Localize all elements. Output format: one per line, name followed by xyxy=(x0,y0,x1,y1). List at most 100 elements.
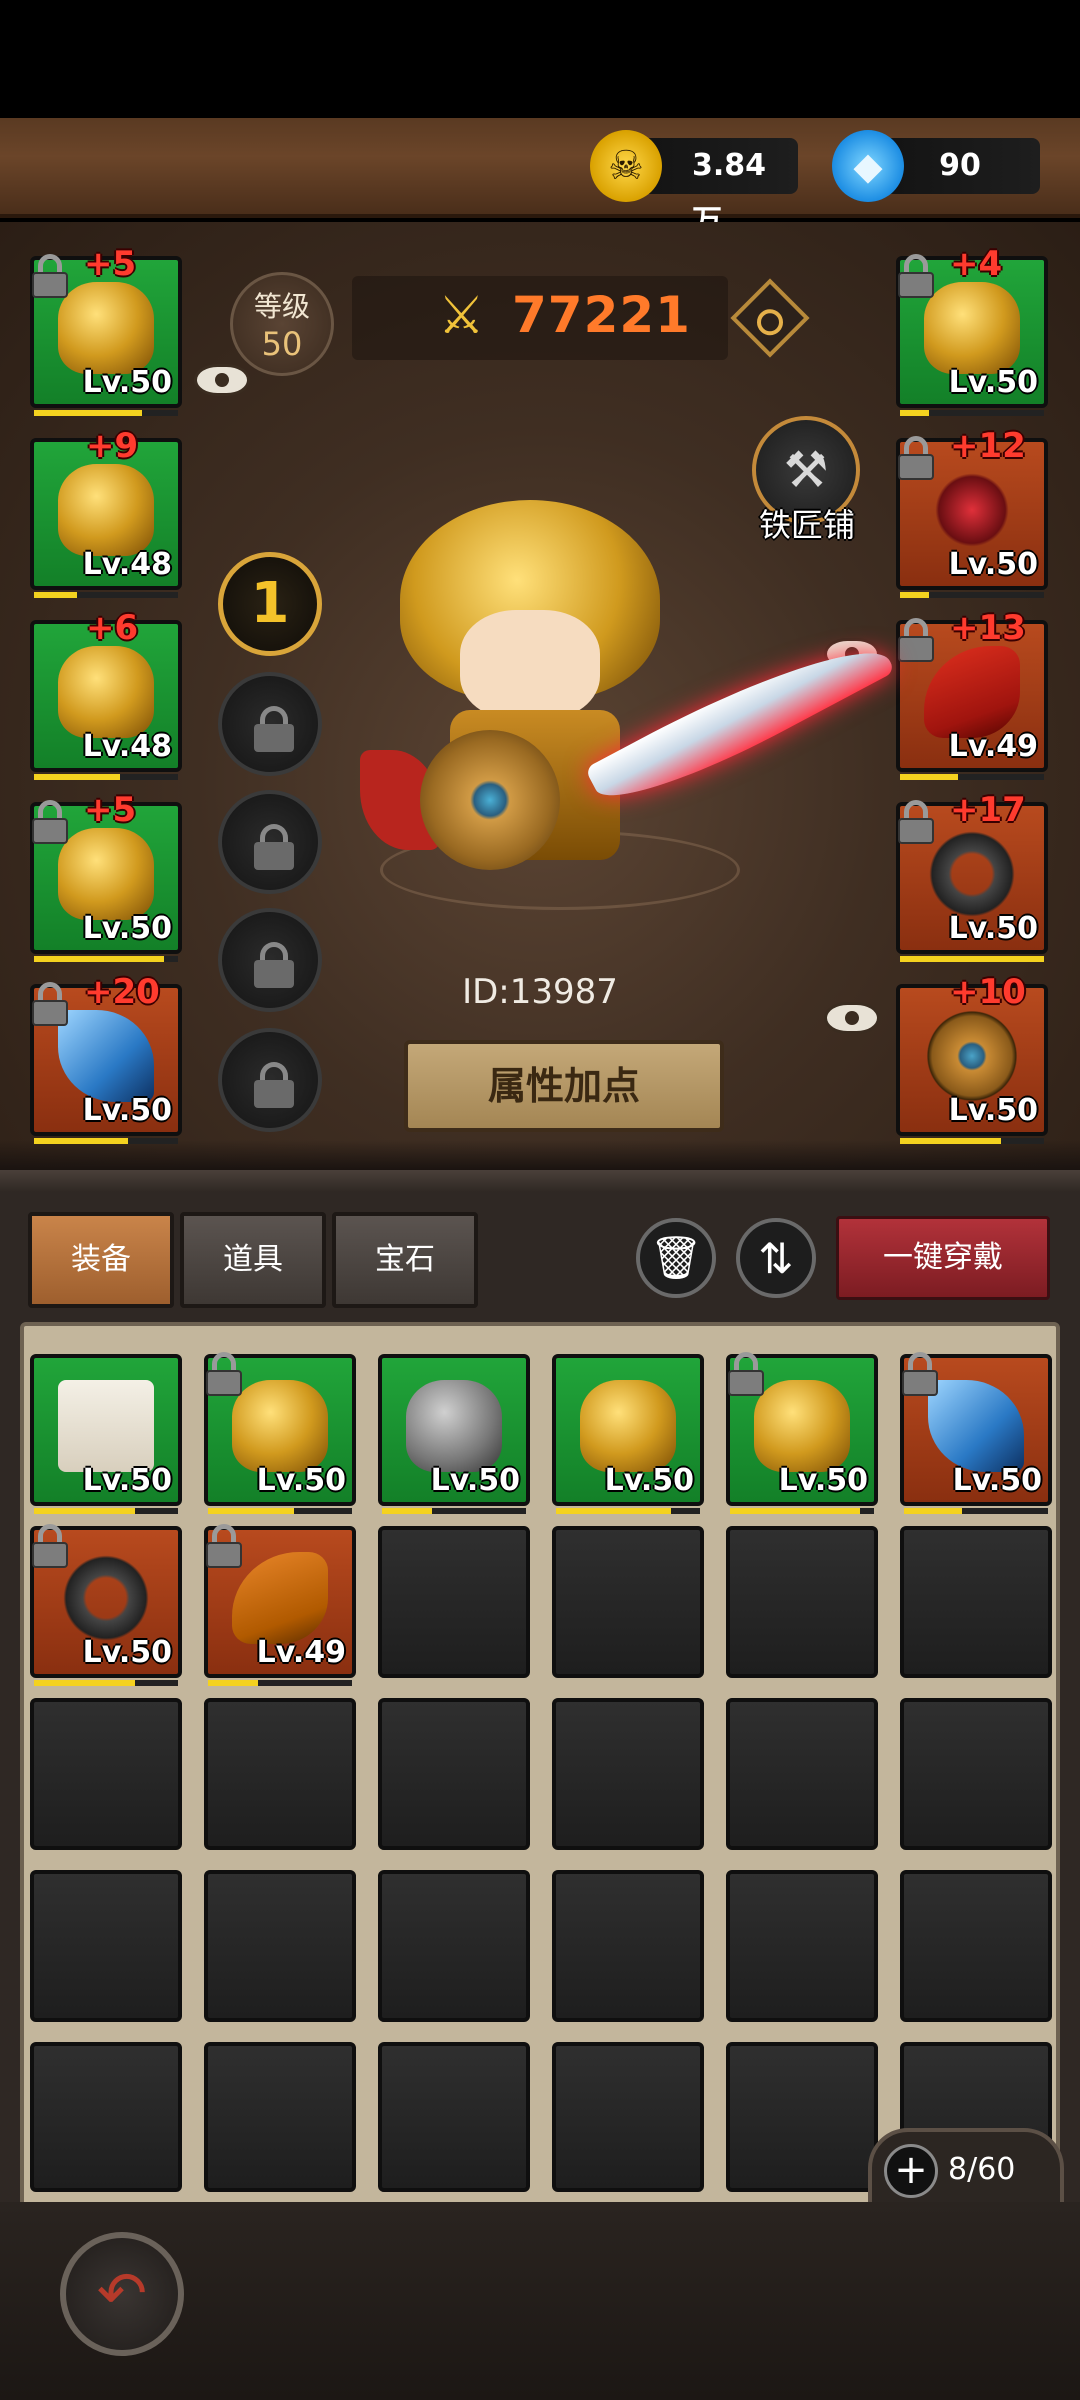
back-button[interactable]: ↶ xyxy=(60,2232,184,2356)
crossed-swords-icon: ⚔ xyxy=(438,286,485,346)
equip-all-button[interactable]: 一键穿戴 xyxy=(836,1216,1050,1300)
progress-bar xyxy=(208,1680,352,1686)
inventory-empty-slot[interactable] xyxy=(378,1870,530,2022)
item-level: Lv.50 xyxy=(82,1093,172,1128)
enhance-level: +6 xyxy=(86,608,139,648)
inventory-empty-slot[interactable] xyxy=(552,1526,704,1678)
sword-icon xyxy=(928,1380,1024,1472)
skill-slot-locked[interactable] xyxy=(218,672,322,776)
equip-slot-helmet[interactable]: +5 Lv.50 xyxy=(30,244,182,416)
eye-icon[interactable] xyxy=(194,364,250,396)
combat-power-value: 77221 xyxy=(512,286,691,344)
helmet-icon xyxy=(406,1380,502,1472)
inventory-empty-slot[interactable] xyxy=(900,1698,1052,1850)
item-level: Lv.48 xyxy=(82,547,172,582)
inventory-empty-slot[interactable] xyxy=(378,1698,530,1850)
equip-slot-boots[interactable]: +5 Lv.50 xyxy=(30,790,182,962)
lock-icon xyxy=(726,1352,766,1396)
enhance-level: +5 xyxy=(84,244,137,284)
equip-slot-weapon[interactable]: +20 Lv.50 xyxy=(30,972,182,1144)
inventory-item[interactable]: Lv.50 xyxy=(552,1354,704,1514)
item-level: Lv.50 xyxy=(82,1463,172,1498)
combat-power: ⚔ 77221 xyxy=(352,276,728,360)
enhance-level: +13 xyxy=(950,608,1026,648)
inventory-empty-slot[interactable] xyxy=(30,1698,182,1850)
skill-slot-locked[interactable] xyxy=(218,908,322,1012)
inventory-item[interactable]: Lv.50 xyxy=(378,1354,530,1514)
inventory-empty-slot[interactable] xyxy=(378,1526,530,1678)
lock-icon xyxy=(30,1524,70,1568)
eye-icon[interactable] xyxy=(824,1002,880,1034)
sort-icon[interactable]: ⇅ xyxy=(736,1218,816,1298)
hero-id: ID:13987 xyxy=(462,972,618,1012)
inventory-empty-slot[interactable] xyxy=(204,1870,356,2022)
inventory-empty-slot[interactable] xyxy=(900,1526,1052,1678)
item-level: Lv.50 xyxy=(82,1635,172,1670)
item-level: Lv.50 xyxy=(82,365,172,400)
item-level: Lv.50 xyxy=(948,365,1038,400)
skill-slot-locked[interactable] xyxy=(218,1028,322,1132)
gold-currency[interactable]: ☠ 3.84万 xyxy=(590,130,798,239)
tab-items[interactable]: 道具 xyxy=(180,1212,326,1308)
item-level: Lv.50 xyxy=(952,1463,1042,1498)
hero-character xyxy=(340,500,920,920)
inventory-empty-slot[interactable] xyxy=(552,1698,704,1850)
lock-icon xyxy=(30,254,70,298)
lock-icon xyxy=(204,1352,244,1396)
inventory-empty-slot[interactable] xyxy=(726,1526,878,1678)
inventory-item[interactable]: Lv.50 xyxy=(30,1524,182,1686)
status-bar xyxy=(0,0,1080,118)
progress-bar xyxy=(34,592,178,598)
tab-gems[interactable]: 宝石 xyxy=(332,1212,478,1308)
item-level: Lv.50 xyxy=(604,1463,694,1498)
ring-icon xyxy=(58,1552,154,1644)
inventory-empty-slot[interactable] xyxy=(552,1870,704,2022)
sword-icon xyxy=(58,1010,154,1102)
skill-slot-1[interactable]: 1 xyxy=(218,552,322,656)
progress-bar xyxy=(904,1508,1048,1514)
lock-icon xyxy=(252,1062,296,1108)
equip-slot-armor[interactable]: +9 Lv.48 xyxy=(30,426,182,598)
inventory-empty-slot[interactable] xyxy=(726,1698,878,1850)
inventory-empty-slot[interactable] xyxy=(30,2042,182,2192)
trash-icon[interactable]: 🗑 xyxy=(636,1218,716,1298)
enhance-level: +5 xyxy=(84,790,137,830)
equip-slot-gloves[interactable]: +4 Lv.50 xyxy=(896,244,1048,416)
tab-equipment[interactable]: 装备 xyxy=(28,1212,174,1308)
inventory-empty-slot[interactable] xyxy=(30,1870,182,2022)
gem-currency[interactable]: ◆ 90 xyxy=(832,130,1040,202)
inventory-item[interactable]: Lv.50 xyxy=(726,1352,878,1514)
inventory-capacity[interactable]: + 8/60 xyxy=(868,2128,1064,2208)
lock-icon xyxy=(252,706,296,752)
back-arrow-icon: ↶ xyxy=(96,2259,148,2329)
inventory-item[interactable]: Lv.50 xyxy=(900,1352,1052,1514)
item-level: Lv.48 xyxy=(82,729,172,764)
inventory-empty-slot[interactable] xyxy=(378,2042,530,2192)
enhance-level: +17 xyxy=(950,790,1026,830)
inventory-empty-slot[interactable] xyxy=(204,1698,356,1850)
lock-icon xyxy=(900,1352,940,1396)
inventory-empty-slot[interactable] xyxy=(726,1870,878,2022)
item-level: Lv.50 xyxy=(82,911,172,946)
inventory-item[interactable]: Lv.50 xyxy=(30,1354,182,1514)
enhance-level: +9 xyxy=(86,426,139,466)
enhance-level: +10 xyxy=(950,972,1026,1012)
pants-icon xyxy=(58,1380,154,1472)
equip-slot-shield[interactable]: +10 Lv.50 xyxy=(896,972,1048,1144)
item-level: Lv.50 xyxy=(948,911,1038,946)
inventory-empty-slot[interactable] xyxy=(204,2042,356,2192)
inventory-item[interactable]: Lv.49 xyxy=(204,1524,356,1686)
item-level: Lv.50 xyxy=(948,1093,1038,1128)
blue-gem-icon: ◆ xyxy=(832,130,904,202)
lock-icon xyxy=(896,254,936,298)
inventory-item[interactable]: Lv.50 xyxy=(204,1352,356,1514)
attribute-points-button[interactable]: 属性加点 xyxy=(404,1040,724,1132)
progress-bar xyxy=(34,956,178,962)
enhance-level: +4 xyxy=(950,244,1003,284)
skill-slot-locked[interactable] xyxy=(218,790,322,894)
inventory-empty-slot[interactable] xyxy=(552,2042,704,2192)
inventory-empty-slot[interactable] xyxy=(726,2042,878,2192)
inventory-empty-slot[interactable] xyxy=(900,1870,1052,2022)
level-label: 等级 xyxy=(253,290,310,323)
equip-slot-pants[interactable]: +6 Lv.48 xyxy=(30,608,182,780)
